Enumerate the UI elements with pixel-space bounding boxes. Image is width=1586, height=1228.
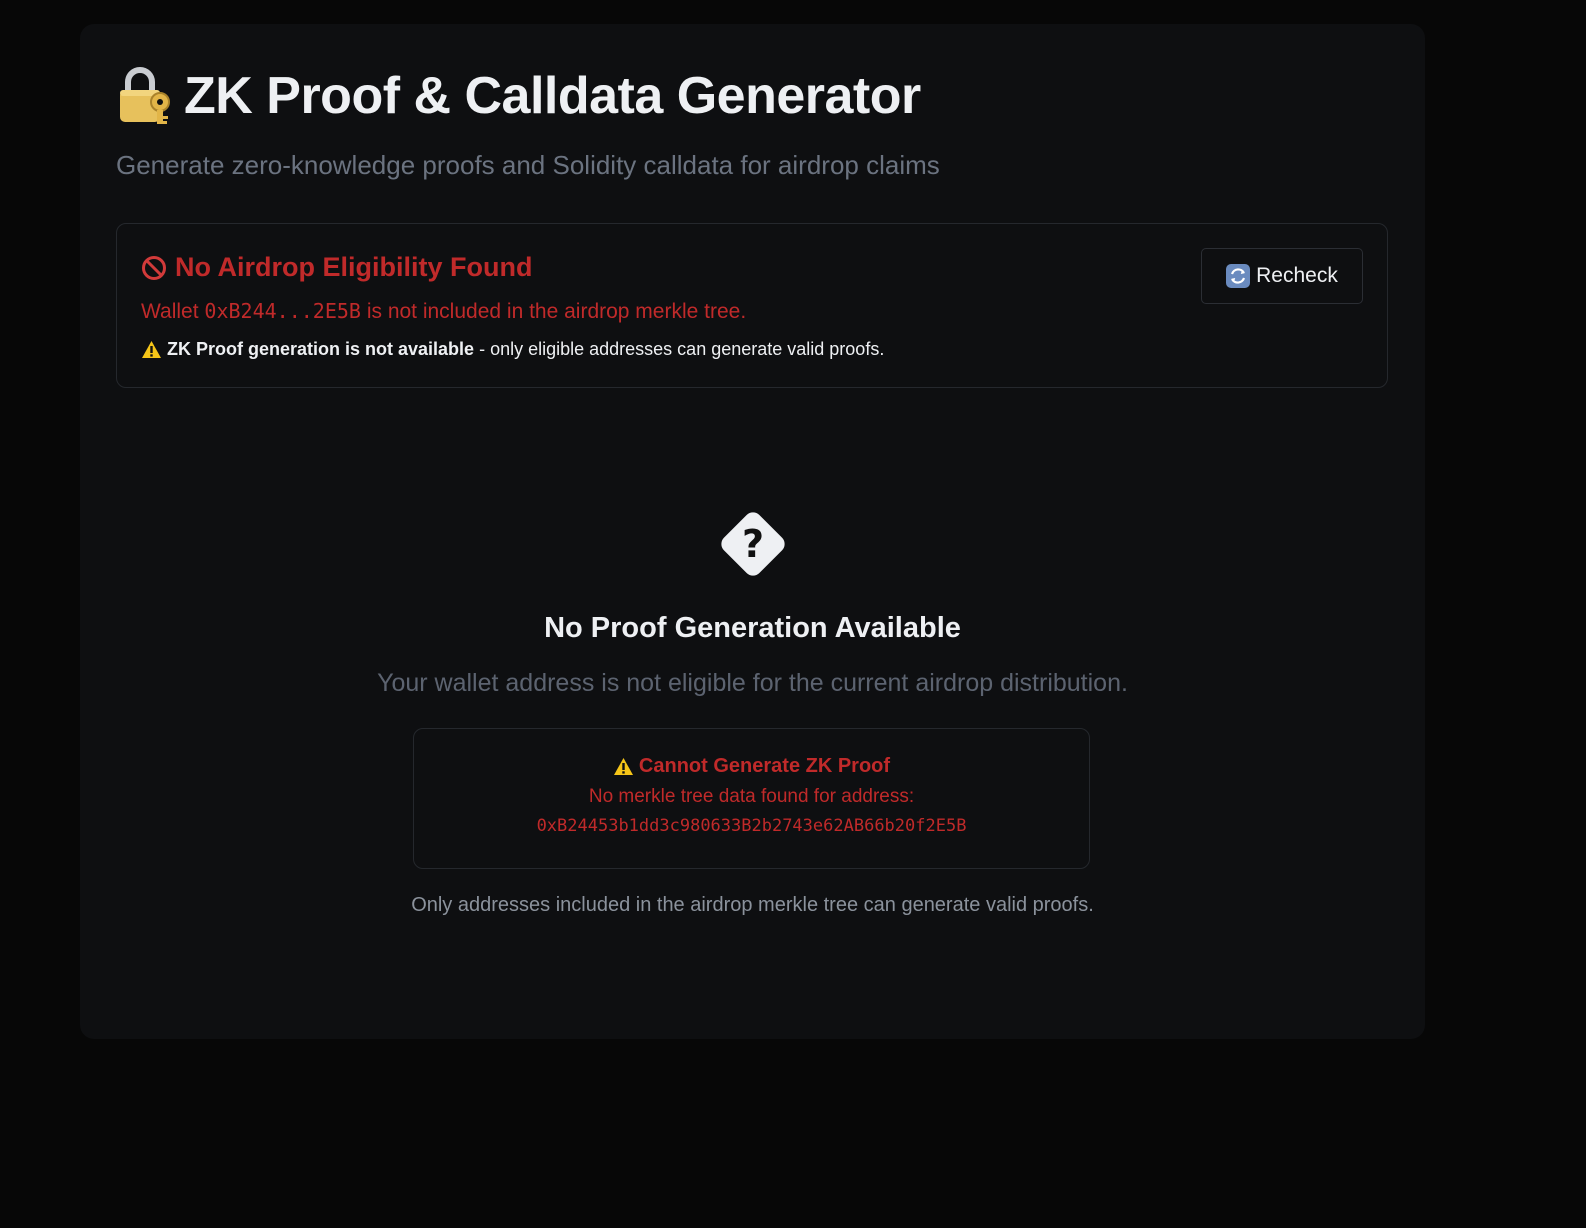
error-title-text: Cannot Generate ZK Proof xyxy=(638,755,891,777)
page-title: ZK Proof & Calldata Generator xyxy=(116,66,921,126)
error-message: No merkle tree data found for address: xyxy=(588,786,915,807)
page-title-text: ZK Proof & Calldata Generator xyxy=(184,67,921,125)
empty-state: ? No Proof Generation Available Your wal… xyxy=(80,504,1425,698)
alert-wallet-message: Wallet 0xB244...2E5B is not included in … xyxy=(141,299,746,324)
alert-note-rest: - only eligible addresses can generate v… xyxy=(479,339,885,359)
question-diamond-icon: ? xyxy=(720,512,785,576)
wallet-suffix: is not included in the airdrop merkle tr… xyxy=(366,300,747,323)
recheck-button[interactable]: Recheck xyxy=(1201,248,1363,304)
empty-state-title: No Proof Generation Available xyxy=(544,612,961,644)
alert-title: No Airdrop Eligibility Found xyxy=(141,252,532,283)
alert-title-text: No Airdrop Eligibility Found xyxy=(175,252,533,282)
footnote: Only addresses included in the airdrop m… xyxy=(411,894,1094,916)
main-panel: ZK Proof & Calldata Generator Generate z… xyxy=(80,24,1425,1039)
refresh-icon xyxy=(1226,264,1251,288)
empty-state-description: Your wallet address is not eligible for … xyxy=(377,669,1128,697)
warning-icon xyxy=(613,758,633,775)
wallet-address-short: 0xB244...2E5B xyxy=(204,299,361,323)
wallet-prefix: Wallet xyxy=(141,300,199,323)
recheck-label: Recheck xyxy=(1256,264,1338,287)
prohibited-icon xyxy=(142,255,166,280)
warning-icon xyxy=(142,341,161,358)
page-subtitle: Generate zero-knowledge proofs and Solid… xyxy=(116,150,940,180)
error-title: Cannot Generate ZK Proof xyxy=(414,755,1089,778)
alert-note: ZK Proof generation is not available - o… xyxy=(141,339,884,360)
error-address: 0xB24453b1dd3c980633B2b2743e62AB66b20f2E… xyxy=(536,816,967,836)
eligibility-alert: No Airdrop Eligibility Found Wallet 0xB2… xyxy=(116,223,1388,388)
svg-text:?: ? xyxy=(741,522,763,566)
alert-note-bold: ZK Proof generation is not available xyxy=(167,339,475,359)
lock-with-key-icon xyxy=(120,67,170,124)
error-box: Cannot Generate ZK Proof No merkle tree … xyxy=(413,728,1090,869)
